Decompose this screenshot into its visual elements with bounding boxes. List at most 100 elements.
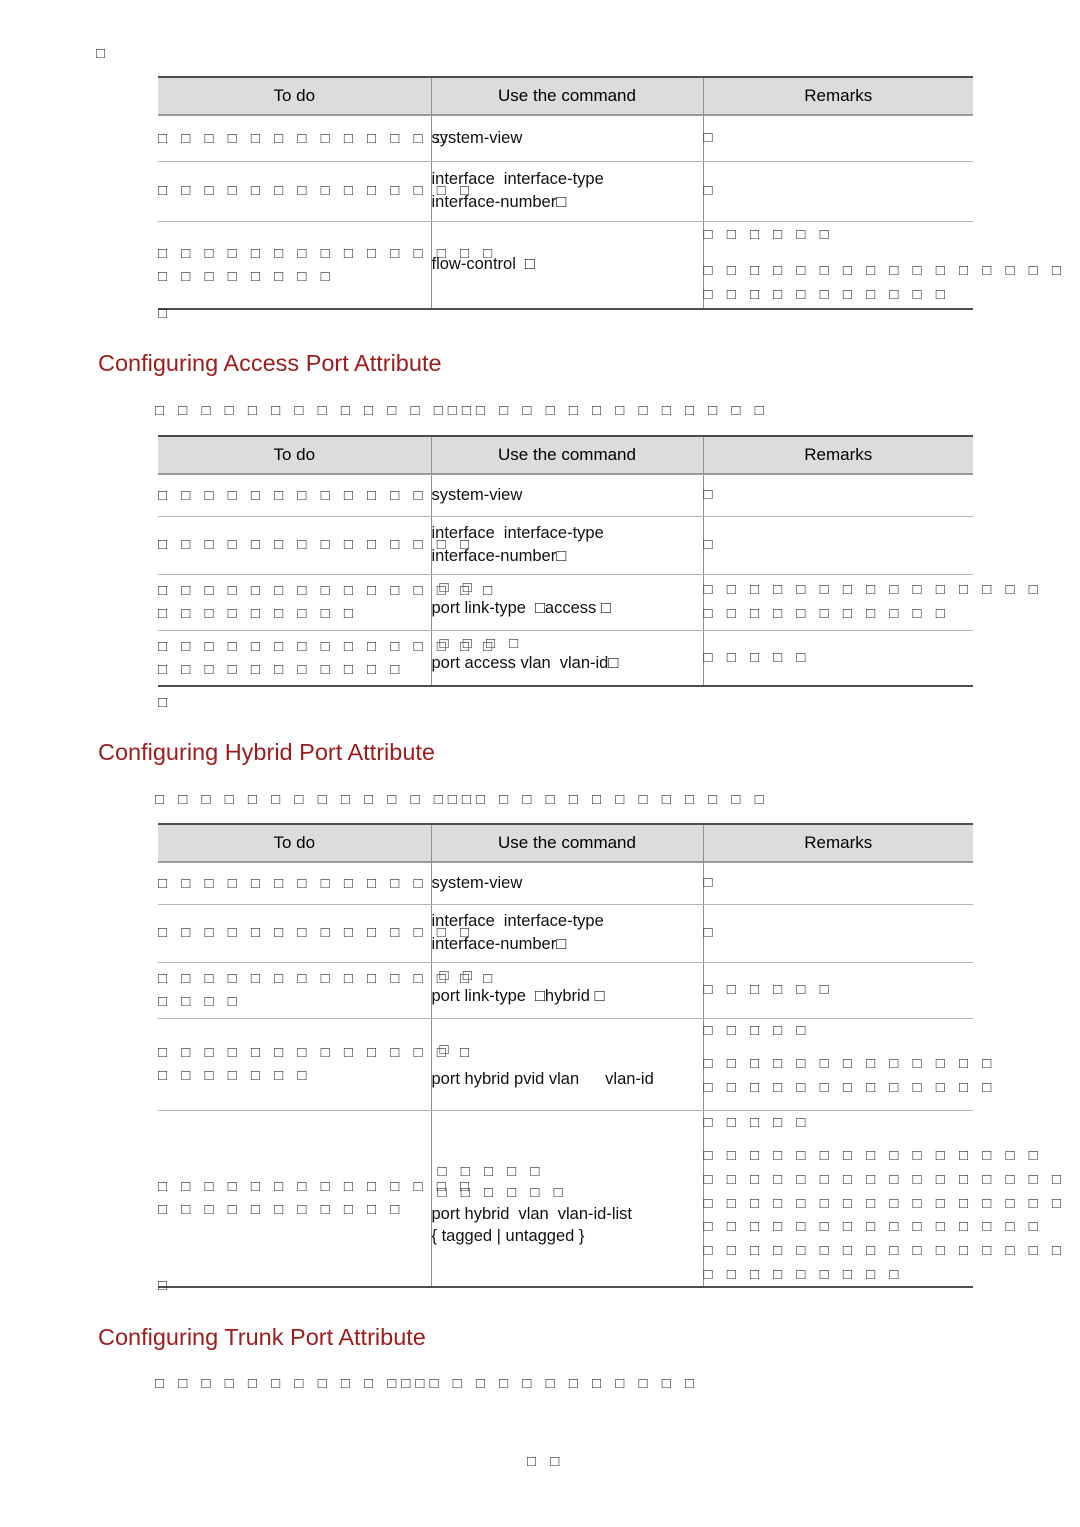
table-row: □ □ □ □ □ □ □ □ □ □ □ □ □ system-view □ bbox=[158, 115, 973, 162]
remarks-text-line3: □ □ □ □ □ □ □ □ □ □ □ □ □ bbox=[703, 1078, 997, 1096]
command-text: port hybrid bbox=[431, 1204, 510, 1223]
command-suffix: □ bbox=[524, 255, 535, 274]
command-text: system-view bbox=[431, 128, 523, 147]
trunk-intro-paragraph: □ □ □ □ □ □ □ □ □ □ □□□□ □ □ □ □ □ □ □ □… bbox=[155, 1375, 700, 1392]
todo-text-line1: □ □ □ □ □ □ □ □ □ □ □ □ □ □ bbox=[158, 1178, 475, 1196]
cell-todo: □ □ □ □ □ □ □ □ □ □ □ □ □ □ bbox=[158, 904, 469, 963]
stray-mark-top: □ bbox=[96, 45, 111, 62]
cell-todo: □ □ □ □ □ □ □ □ □ □ □ □ □ □ bbox=[158, 516, 469, 575]
command-text-line2: interface-number□ bbox=[431, 193, 567, 211]
cell-remarks: □ bbox=[703, 115, 973, 162]
remarks-text-line3: □ □ □ □ □ □ □ □ □ □ □ □ □ □ □ □ bbox=[703, 1170, 1066, 1188]
table-row: □ □ □ □ □ □ □ □ □ □ □ □ □ □ □ □ □ □ □ □ … bbox=[158, 630, 973, 687]
command-text: interface bbox=[431, 524, 495, 543]
cell-command: interface interface-type interface-number… bbox=[431, 516, 704, 575]
cell-remarks: □ □ □ □ □ □ bbox=[703, 962, 973, 1019]
col-header-remarks: Remarks bbox=[703, 823, 973, 863]
remarks-text: □ bbox=[703, 182, 718, 200]
remarks-text-line6: □ □ □ □ □ □ □ □ □ □ □ □ □ □ □ □ bbox=[703, 1241, 1066, 1259]
todo-text: □ □ □ □ □ □ □ □ □ □ □ □ bbox=[158, 874, 428, 892]
table-row: □ □ □ □ □ □ □ □ □ □ □ □ □ □ interface int… bbox=[158, 516, 973, 575]
cell-todo: □ □ □ □ □ □ □ □ □ □ □ □ □ □ □ □ □ □ □ □ … bbox=[158, 574, 498, 631]
remarks-text: □ bbox=[703, 536, 718, 554]
access-port-table: To do Use the command Remarks □ □ □ □ □ … bbox=[158, 435, 1043, 687]
table-row: □ □ □ □ □ □ □ □ □ □ □ □ □ □ □ □ □ □ □ □ … bbox=[158, 574, 1043, 631]
remarks-text-line7: □ □ □ □ □ □ □ □ □ bbox=[703, 1265, 904, 1283]
heading-configuring-hybrid-port-attribute: Configuring Hybrid Port Attribute bbox=[98, 739, 435, 765]
cell-command: interface interface-type interface-number… bbox=[431, 904, 704, 963]
cell-remarks: □ □ □ □ □ □ □ □ □ □ □ □ □ □ □ □ □ □ □ □ … bbox=[703, 1018, 997, 1111]
command-text: port link-type bbox=[431, 598, 526, 617]
cell-remarks: □ □ □ □ □ □ □ □ □ □ □ □ □ □ □ □ □ □ □ □ … bbox=[703, 221, 1066, 310]
col-header-todo: To do bbox=[158, 435, 432, 475]
cell-remarks: □ bbox=[703, 516, 973, 575]
remarks-text: □ bbox=[703, 486, 718, 504]
todo-text: □ □ □ □ □ □ □ □ □ □ □ □ □ □ bbox=[158, 182, 475, 200]
command-text: system-view bbox=[431, 873, 523, 892]
table-row: □ □ □ □ □ □ □ □ □ □ □ □ system-view □ bbox=[158, 862, 973, 905]
table-header-row: To do Use the command Remarks bbox=[158, 435, 973, 475]
remarks-text: □ bbox=[703, 129, 718, 147]
command-overlay-glyphs-line1: □ □ □ □ □ bbox=[437, 1162, 545, 1180]
table-header-row: To do Use the command Remarks bbox=[158, 823, 973, 863]
cell-todo: □ □ □ □ □ □ □ □ □ □ □ □ □ □ □ □ □ □ □ □ … bbox=[158, 1018, 475, 1111]
cell-todo: □ □ □ □ □ □ □ □ □ □ □ □ □ □ □ □ □ □ □ □ … bbox=[158, 630, 492, 687]
hybrid-intro-paragraph: □ □ □ □ □ □ □ □ □ □ □ □ □□□□ □ □ □ □ □ □… bbox=[155, 791, 769, 808]
cell-command: □ □ port link-type □hybrid □ bbox=[431, 962, 704, 1019]
todo-text-line2: □ □ □ □ □ □ □ bbox=[158, 1067, 312, 1084]
col-header-command: Use the command bbox=[431, 823, 704, 863]
hybrid-port-table: To do Use the command Remarks □ □ □ □ □ … bbox=[158, 823, 1066, 1289]
todo-text-line1: □ □ □ □ □ □ □ □ □ □ □ □ □ □ □ bbox=[158, 581, 498, 599]
remarks-text-line2: □ □ □ □ □ □ □ □ □ □ □ □ □ □ □ □ bbox=[703, 261, 1066, 279]
cell-todo: □ □ □ □ □ □ □ □ □ □ □ □ □ □ □ □ □ □ □ □ … bbox=[158, 1110, 475, 1289]
command-argument: vlan-id□ bbox=[559, 654, 619, 673]
cell-command: flow-control □ bbox=[431, 221, 704, 310]
remarks-text-line1: □ □ □ □ □ □ bbox=[703, 226, 834, 244]
col-header-todo: To do bbox=[158, 823, 432, 863]
remarks-text-line1: □ □ □ □ □ □ □ □ □ □ □ □ □ □ □ bbox=[703, 581, 1043, 599]
todo-text-line2: □ □ □ □ bbox=[158, 993, 242, 1010]
todo-text-line2: □ □ □ □ □ □ □ □ □ bbox=[158, 605, 358, 622]
remarks-text: □ bbox=[703, 924, 718, 942]
remarks-text-line2: □ □ □ □ □ □ □ □ □ □ □ □ □ □ □ bbox=[703, 1147, 1043, 1165]
cell-command: □ □ □ □ port access vlan vlan-id□ bbox=[431, 630, 704, 687]
table-row: □ □ □ □ □ □ □ □ □ □ □ □ □ □ □ □ □ □ □ □ … bbox=[158, 1018, 997, 1111]
access-intro-paragraph: □ □ □ □ □ □ □ □ □ □ □ □ □□□□ □ □ □ □ □ □… bbox=[155, 402, 769, 419]
command-argument-2: vlan-id-list bbox=[557, 1204, 633, 1223]
cell-command: □ □ □ □ □ □ □ □ □ □ □ port hybrid vlan vla… bbox=[431, 1110, 704, 1289]
remarks-text-line2: □ □ □ □ □ □ □ □ □ □ □ bbox=[703, 605, 950, 622]
col-header-command: Use the command bbox=[431, 435, 704, 475]
table-row: □ □ □ □ □ □ □ □ □ □ □ □ □ □ interface int… bbox=[158, 161, 973, 222]
stray-mark-after-access-table: □ bbox=[158, 694, 173, 711]
command-overlay-glyphs: □ □ bbox=[439, 578, 477, 596]
todo-text: □ □ □ □ □ □ □ □ □ □ □ □ bbox=[158, 486, 428, 504]
remarks-text: □ bbox=[703, 874, 718, 892]
todo-text-line1: □ □ □ □ □ □ □ □ □ □ □ □ □ □ bbox=[158, 1043, 475, 1061]
col-header-remarks: Remarks bbox=[703, 76, 973, 116]
heading-configuring-access-port-attribute: Configuring Access Port Attribute bbox=[98, 350, 442, 376]
col-header-command: Use the command bbox=[431, 76, 704, 116]
remarks-text-line3: □ □ □ □ □ □ □ □ □ □ □ bbox=[703, 285, 950, 303]
command-argument: interface-type bbox=[503, 524, 604, 543]
cell-remarks: □ □ □ □ □ □ □ □ □ □ □ □ □ □ □ □ □ □ □ □ … bbox=[703, 574, 1043, 631]
cell-todo: □ □ □ □ □ □ □ □ □ □ □ □ □ □ □ □ □ □ □ □ … bbox=[158, 221, 498, 310]
todo-text-line2: □ □ □ □ □ □ □ □ □ □ □ bbox=[158, 660, 405, 678]
command-text-line2: { tagged | untagged } bbox=[431, 1227, 585, 1246]
todo-text-line1: □ □ □ □ □ □ □ □ □ □ □ □ □ □ □ bbox=[158, 969, 498, 987]
page-footer: □ □ bbox=[527, 1453, 565, 1470]
remarks-text: □ □ □ □ □ □ bbox=[703, 981, 834, 999]
todo-text: □ □ □ □ □ □ □ □ □ □ □ □ □ bbox=[158, 129, 451, 147]
heading-configuring-trunk-port-attribute: Configuring Trunk Port Attribute bbox=[98, 1324, 426, 1350]
remarks-text-line4: □ □ □ □ □ □ □ □ □ □ □ □ □ □ □ □ bbox=[703, 1194, 1066, 1212]
col-header-remarks: Remarks bbox=[703, 435, 973, 475]
cell-todo: □ □ □ □ □ □ □ □ □ □ □ □ □ bbox=[158, 115, 451, 162]
command-text: port access vlan bbox=[431, 654, 551, 673]
remarks-text-line1: □ □ □ □ □ bbox=[703, 1113, 811, 1131]
stray-mark-after-hybrid-table: □ bbox=[158, 1277, 173, 1294]
flow-control-table: To do Use the command Remarks □ □ □ □ □ … bbox=[158, 76, 1066, 310]
command-overlay-glyphs-line2: □ □ □ □ □ □ bbox=[437, 1183, 568, 1201]
table-row: □ □ □ □ □ □ □ □ □ □ □ □ □ □ □ □ □ □ □ □ … bbox=[158, 221, 1066, 310]
cell-command: system-view bbox=[431, 474, 704, 517]
document-page: □ To do Use the command Remarks □ □ □ □ … bbox=[0, 0, 1080, 1527]
todo-text-line1: □ □ □ □ □ □ □ □ □ □ □ □ □ □ □ bbox=[158, 244, 498, 262]
